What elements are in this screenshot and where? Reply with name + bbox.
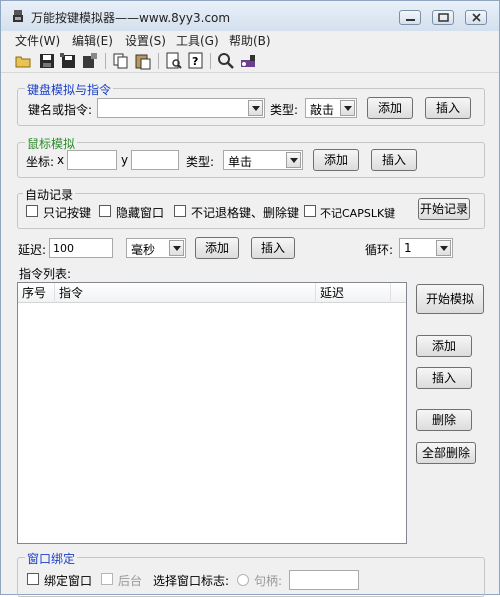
chevron-down-icon [344,106,352,111]
start-record-button[interactable]: 开始记录 [418,198,470,220]
list-header: 序号 指令 延迟 [18,283,406,303]
delete-button[interactable]: 删除 [416,409,472,431]
key-add-button[interactable]: 添加 [367,97,413,119]
loop-select[interactable]: 1 [399,238,453,258]
record-keys-only-checkbox[interactable] [26,205,38,217]
chevron-down-icon [252,106,260,111]
menu-edit[interactable]: 编辑(E) [72,32,113,49]
loop-label: 循环: [365,243,394,257]
bind-window-checkbox[interactable] [27,573,39,585]
menu-file[interactable]: 文件(W) [15,32,60,49]
chevron-down-icon [173,246,181,251]
handle-label: 句柄: [254,574,283,588]
delete-all-button[interactable]: 全部删除 [416,442,476,464]
loop-value: 1 [404,241,412,255]
column-index[interactable]: 序号 [18,283,55,303]
keyboard-legend: 键盘模拟与指令 [25,81,114,98]
toolbar: ? [1,49,499,73]
command-list-label: 指令列表: [19,267,72,281]
delay-unit-select[interactable]: 毫秒 [126,238,186,258]
column-delay[interactable]: 延迟 [316,283,391,303]
minimize-icon [406,19,415,21]
auto-record-legend: 自动记录 [23,186,76,203]
mouse-type-select[interactable]: 单击 [223,150,303,170]
handle-input[interactable] [289,570,359,590]
close-icon [472,13,481,22]
menu-settings[interactable]: 设置(S) [125,32,166,49]
delay-label: 延迟: [18,243,47,257]
hide-window-label: 隐藏窗口 [116,206,165,220]
dropdown-arrow[interactable] [340,100,355,116]
skip-capslock-checkbox[interactable] [304,205,316,217]
chevron-down-icon [290,158,298,163]
paste-icon[interactable] [134,52,152,70]
backstage-checkbox[interactable] [101,573,113,585]
svg-text:?: ? [192,55,198,68]
close-button[interactable] [465,10,487,25]
dropdown-arrow[interactable] [248,100,263,116]
command-list[interactable]: 序号 指令 延迟 [17,282,407,544]
side-insert-button[interactable]: 插入 [416,367,472,389]
app-window: 万能按键模拟器——www.8yy3.com 文件(W) 编辑(E) 设置(S) … [0,0,500,597]
app-icon [13,10,23,22]
maximize-button[interactable] [432,10,454,25]
maximize-icon [438,13,449,22]
dropdown-arrow[interactable] [169,240,184,256]
y-label: y [121,153,129,167]
key-label: 键名或指令: [28,103,93,117]
key-insert-button[interactable]: 插入 [425,97,471,119]
skip-backspace-label: 不记退格键、删除键 [191,206,300,220]
bind-window-label: 绑定窗口 [44,574,93,588]
toolbar-separator [158,53,159,69]
mouse-insert-button[interactable]: 插入 [371,149,417,171]
column-command[interactable]: 指令 [55,283,316,303]
key-type-select[interactable]: 敲击 [305,98,357,118]
save-icon[interactable] [38,52,56,70]
start-simulation-button[interactable]: 开始模拟 [416,284,484,314]
minimize-button[interactable] [399,10,421,25]
side-add-button[interactable]: 添加 [416,335,472,357]
menu-bar: 文件(W) 编辑(E) 设置(S) 工具(G) 帮助(B) [1,31,499,49]
save-all-icon[interactable] [59,52,77,70]
mouse-type-label: 类型: [186,155,215,169]
menu-tools[interactable]: 工具(G) [176,32,219,49]
delay-insert-button[interactable]: 插入 [251,237,295,259]
run-icon[interactable] [240,52,258,70]
key-combo[interactable] [97,98,265,118]
backstage-label: 后台 [118,574,143,588]
delay-input[interactable] [49,238,113,258]
search-icon[interactable] [217,52,235,70]
window-bind-legend: 窗口绑定 [25,550,78,567]
delay-unit-value: 毫秒 [131,243,156,257]
chevron-down-icon [440,246,448,251]
x-input[interactable] [67,150,117,170]
help-icon[interactable]: ? [187,52,205,70]
mouse-type-value: 单击 [228,155,253,169]
skip-backspace-checkbox[interactable] [174,205,186,217]
dropdown-arrow[interactable] [286,152,301,168]
open-folder-icon[interactable] [15,52,33,70]
properties-icon[interactable] [81,52,99,70]
print-preview-icon[interactable] [165,52,183,70]
coord-label: 坐标: [26,155,55,169]
toolbar-separator [105,53,106,69]
hide-window-checkbox[interactable] [99,205,111,217]
handle-radio[interactable] [237,574,249,586]
window-title: 万能按键模拟器——www.8yy3.com [31,11,231,25]
y-input[interactable] [131,150,179,170]
title-bar: 万能按键模拟器——www.8yy3.com [1,1,499,31]
record-keys-only-label: 只记按键 [43,206,92,220]
menu-help[interactable]: 帮助(B) [229,32,271,49]
key-type-value: 敲击 [310,103,335,117]
skip-capslock-label: 不记CAPSLK键 [320,207,396,220]
key-type-label: 类型: [270,103,299,117]
mouse-add-button[interactable]: 添加 [313,149,359,171]
toolbar-separator [210,53,211,69]
copy-icon[interactable] [112,52,130,70]
select-window-label: 选择窗口标志: [153,574,230,588]
x-label: x [57,153,65,167]
dropdown-arrow[interactable] [436,240,451,256]
delay-add-button[interactable]: 添加 [195,237,239,259]
